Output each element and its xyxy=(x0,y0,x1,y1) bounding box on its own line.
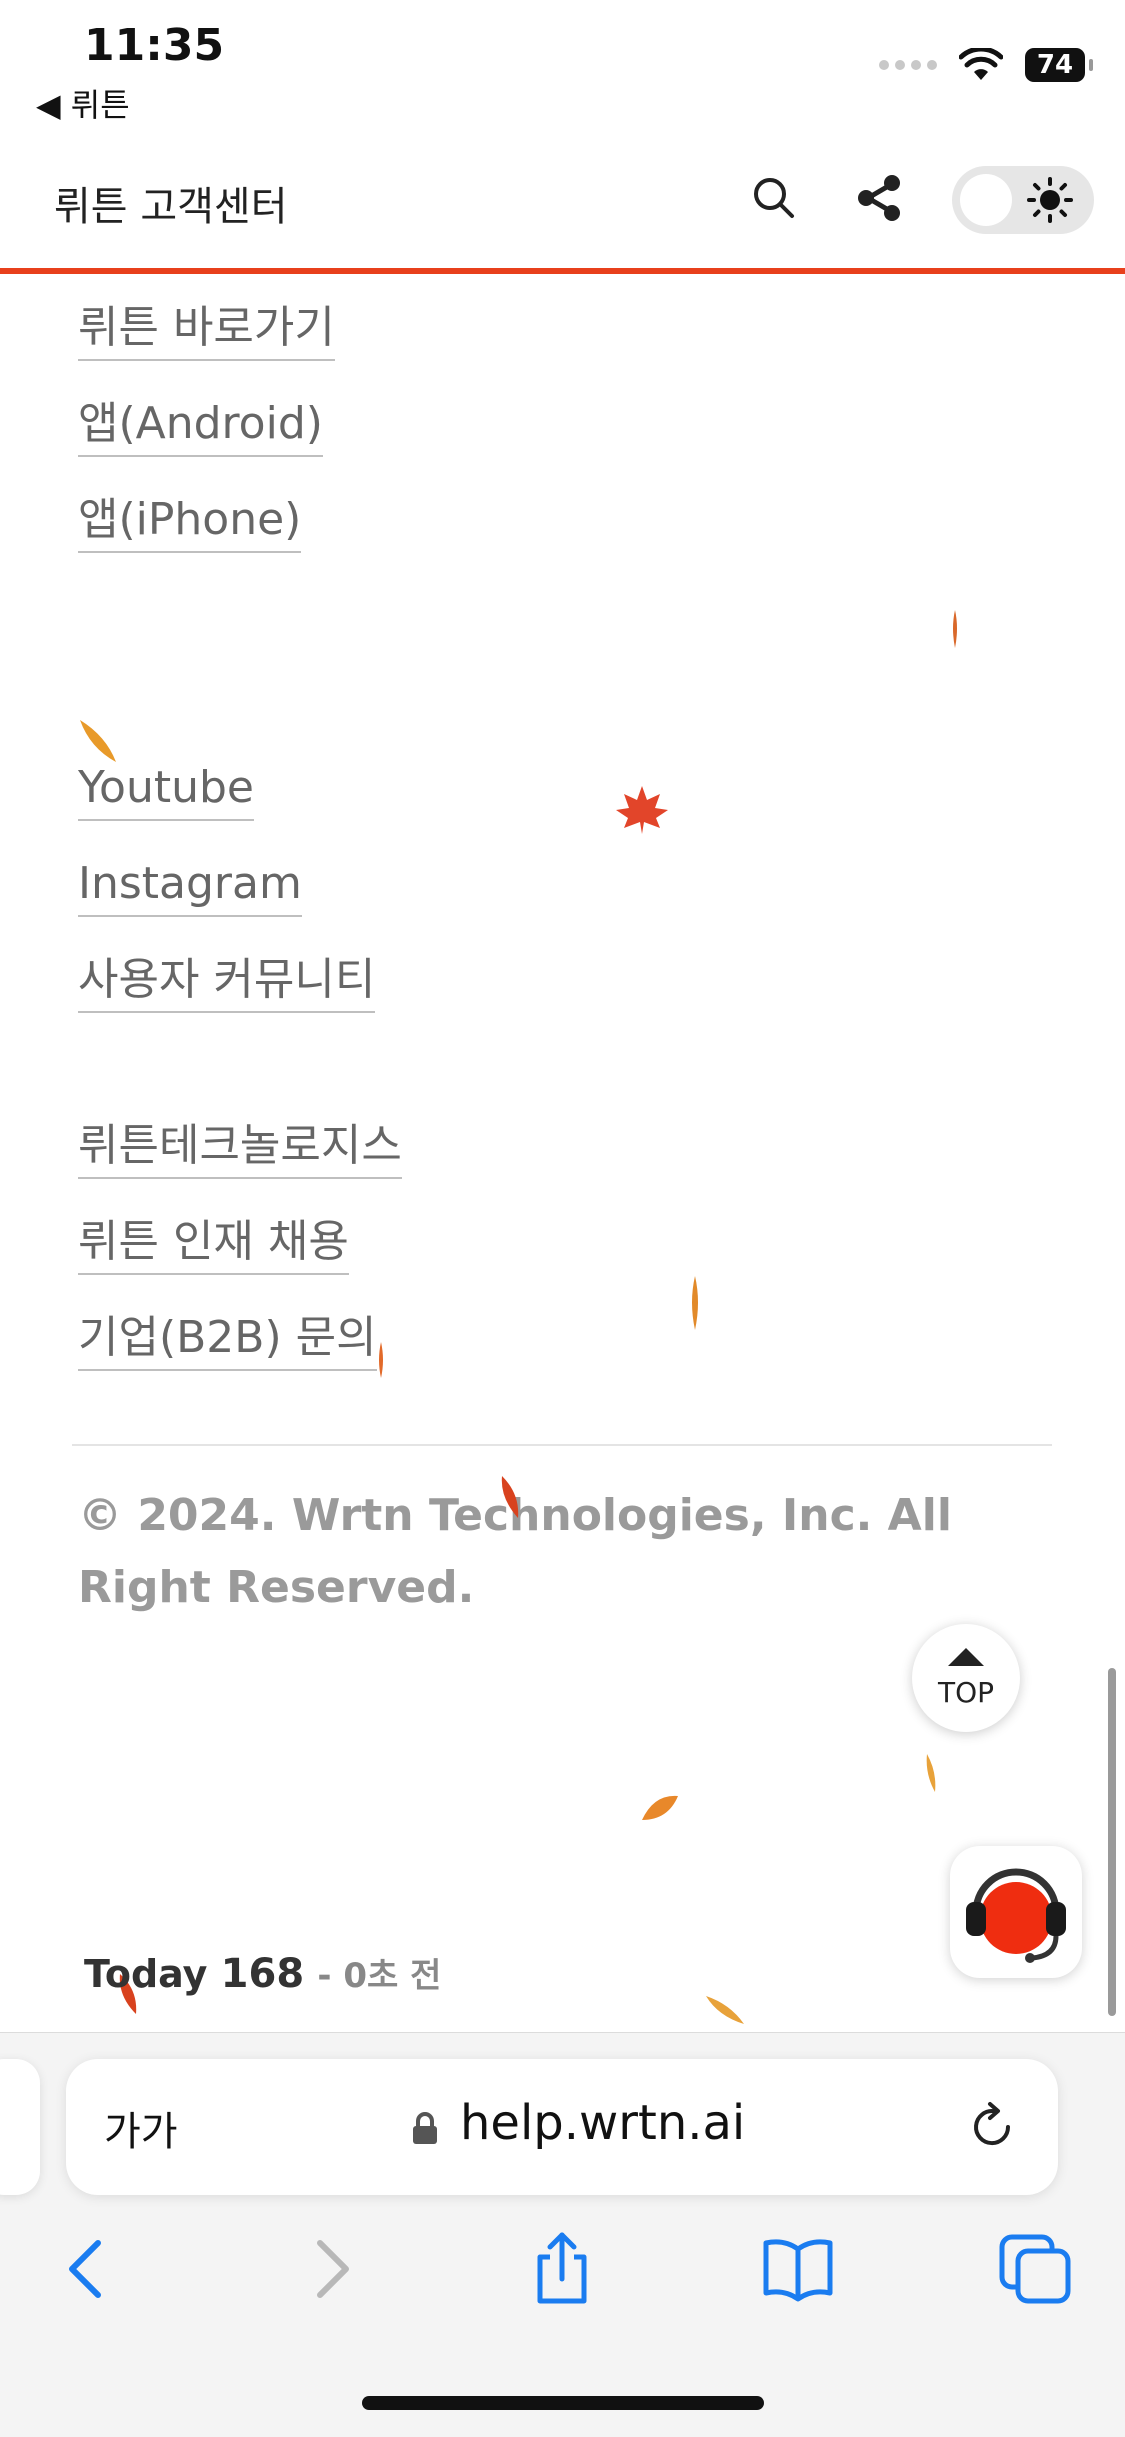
search-icon[interactable] xyxy=(748,172,800,224)
link-youtube[interactable]: Youtube xyxy=(78,762,254,821)
share-sheet-icon[interactable] xyxy=(522,2229,602,2309)
previous-tab-edge[interactable] xyxy=(0,2059,40,2195)
today-updated: - 0초 전 xyxy=(317,1956,442,1996)
link-wrtn-shortcut[interactable]: 뤼튼 바로가기 xyxy=(78,302,335,361)
link-group-company: 뤼튼테크놀로지스 뤼튼 인재 채용 기업(B2B) 문의 xyxy=(78,1120,402,1408)
link-b2b-inquiry[interactable]: 기업(B2B) 문의 xyxy=(78,1312,377,1371)
link-instagram[interactable]: Instagram xyxy=(78,858,302,917)
scroll-to-top-button[interactable]: TOP xyxy=(912,1624,1020,1732)
url-text[interactable]: help.wrtn.ai xyxy=(460,2095,745,2151)
site-title[interactable]: 뤼튼 고객센터 xyxy=(54,174,288,232)
reader-mode-button[interactable]: 가가 xyxy=(104,2099,178,2157)
leaf-icon xyxy=(926,1754,936,1792)
copyright-text: © 2024. Wrtn Technologies, Inc. All Righ… xyxy=(78,1490,952,1613)
link-group-services: 뤼튼 바로가기 앱(Android) 앱(iPhone) xyxy=(78,302,335,590)
maple-leaf-icon xyxy=(616,786,668,834)
leaf-icon xyxy=(953,610,957,648)
leaf-icon xyxy=(501,1476,519,1518)
back-icon[interactable] xyxy=(48,2229,128,2309)
browser-toolbar: 가가 help.wrtn.ai xyxy=(0,2032,1125,2437)
today-label: Today xyxy=(84,1952,208,1996)
leaf-icon xyxy=(642,1795,678,1820)
toggle-knob xyxy=(960,174,1012,226)
leaf-icon xyxy=(692,1276,698,1330)
share-icon[interactable] xyxy=(852,170,908,226)
theme-toggle[interactable] xyxy=(952,166,1094,234)
forward-icon[interactable] xyxy=(290,2229,370,2309)
tabs-icon[interactable] xyxy=(996,2229,1076,2309)
link-careers[interactable]: 뤼튼 인재 채용 xyxy=(78,1216,349,1275)
leaf-icon xyxy=(706,1996,744,2024)
bookmarks-icon[interactable] xyxy=(758,2229,838,2309)
cellular-signal-icon xyxy=(879,60,937,70)
link-app-android[interactable]: 앱(Android) xyxy=(78,398,323,457)
battery-icon: 74 xyxy=(1025,48,1093,82)
wifi-icon xyxy=(959,48,1003,80)
arrow-up-icon xyxy=(948,1647,984,1666)
link-group-social: Youtube Instagram 사용자 커뮤니티 xyxy=(78,762,376,1050)
leaf-icon xyxy=(379,1342,383,1378)
footer-divider xyxy=(72,1444,1052,1446)
today-count: 168 xyxy=(220,1951,305,1997)
status-indicators: 74 xyxy=(879,48,1093,82)
sun-icon xyxy=(1027,177,1073,223)
link-community[interactable]: 사용자 커뮤니티 xyxy=(78,954,376,1013)
top-label: TOP xyxy=(937,1675,995,1709)
link-company[interactable]: 뤼튼테크놀로지스 xyxy=(78,1120,402,1179)
reload-icon[interactable] xyxy=(964,2099,1020,2155)
address-bar[interactable]: 가가 help.wrtn.ai xyxy=(66,2059,1058,2195)
visitor-counter: Today 168 - 0초 전 xyxy=(84,1948,441,1997)
home-indicator[interactable] xyxy=(362,2396,764,2410)
customer-support-button[interactable] xyxy=(950,1846,1082,1978)
back-to-app-link[interactable]: ◀ 뤼튼 xyxy=(36,80,130,126)
page-scrollbar[interactable] xyxy=(1108,1668,1116,2016)
link-app-iphone[interactable]: 앱(iPhone) xyxy=(78,494,302,553)
status-time: 11:35 xyxy=(84,20,225,71)
headset-icon xyxy=(966,1868,1066,1963)
lock-icon xyxy=(413,2112,437,2144)
site-header: 뤼튼 고객센터 xyxy=(0,150,1125,274)
leaf-icon xyxy=(80,720,116,762)
